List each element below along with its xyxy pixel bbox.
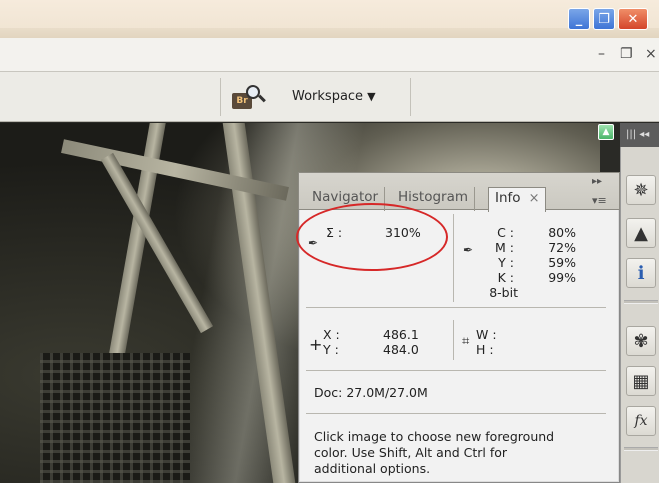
dock-divider <box>624 300 658 304</box>
dock-divider <box>624 447 658 451</box>
color-palette-icon[interactable]: ✾ <box>626 326 656 356</box>
y-label: Y : <box>323 342 339 357</box>
bridge-search-button[interactable]: Br <box>232 85 266 111</box>
divider <box>453 214 454 302</box>
navigator-wheel-icon[interactable]: ✵ <box>626 175 656 205</box>
info-icon[interactable]: ℹ <box>626 258 656 288</box>
options-bar: Br Workspace ▼ <box>0 72 659 122</box>
dock-collapse-button[interactable]: ||| ◂◂ <box>620 123 659 147</box>
scroll-up-button[interactable]: ▲ <box>598 124 614 140</box>
cmyk-m-value: 72% <box>548 240 576 255</box>
doc-close-button[interactable]: × <box>645 46 657 62</box>
w-label: W : <box>476 327 497 342</box>
separator <box>220 78 221 116</box>
window-minimize-button[interactable]: _ <box>568 8 590 30</box>
divider <box>453 320 454 360</box>
annotation-circle <box>296 203 448 271</box>
crosshair-icon: + <box>309 335 323 354</box>
cmyk-c-value: 80% <box>548 225 576 240</box>
doc-restore-button[interactable]: ❐ <box>620 46 633 62</box>
hint-line-1: Click image to choose new foreground <box>314 429 555 444</box>
doc-minimize-button[interactable]: – <box>598 46 605 62</box>
bit-depth: 8-bit <box>489 285 518 300</box>
title-bar-accent <box>0 28 659 38</box>
window-maximize-button[interactable]: ❐ <box>593 8 615 30</box>
swatches-icon[interactable]: ▦ <box>626 366 656 396</box>
divider <box>306 307 606 308</box>
styles-fx-icon[interactable]: fx <box>626 406 656 436</box>
selection-size-icon: ⌗ <box>462 334 470 349</box>
cmyk-k-value: 99% <box>548 270 576 285</box>
close-icon[interactable]: × <box>529 191 540 206</box>
cmyk-c-label: C : <box>497 225 514 240</box>
panel-collapse-arrows[interactable]: ▸▸ <box>592 176 602 187</box>
cmyk-m-label: M : <box>495 240 514 255</box>
doc-size: Doc: 27.0M/27.0M <box>314 385 428 400</box>
tab-info-label: Info <box>495 190 521 206</box>
cmyk-y-label: Y : <box>498 255 514 270</box>
menu-bar: – ❐ × <box>0 38 659 72</box>
eyedropper-icon: ✒ <box>463 243 474 257</box>
h-label: H : <box>476 342 494 357</box>
window-close-button[interactable]: ✕ <box>618 8 648 30</box>
photo-mesh <box>40 353 190 483</box>
workspace-label: Workspace <box>292 89 364 104</box>
cmyk-k-label: K : <box>497 270 514 285</box>
hint-line-2: color. Use Shift, Alt and Ctrl for <box>314 445 508 460</box>
cmyk-y-value: 59% <box>548 255 576 270</box>
photo-beam <box>61 139 289 201</box>
tab-info[interactable]: Info × <box>488 187 547 212</box>
x-label: X : <box>323 327 340 342</box>
divider <box>306 370 606 371</box>
panel-flyout-menu-icon[interactable]: ▾≡ <box>592 194 607 207</box>
separator <box>410 78 411 116</box>
divider <box>306 413 606 414</box>
x-value: 486.1 <box>383 327 419 342</box>
hint-line-3: additional options. <box>314 461 431 476</box>
chevron-down-icon: ▼ <box>367 90 376 103</box>
y-value: 484.0 <box>383 342 419 357</box>
workspace-menu-button[interactable]: Workspace ▼ <box>292 89 376 104</box>
histogram-icon[interactable]: ▲ <box>626 218 656 248</box>
